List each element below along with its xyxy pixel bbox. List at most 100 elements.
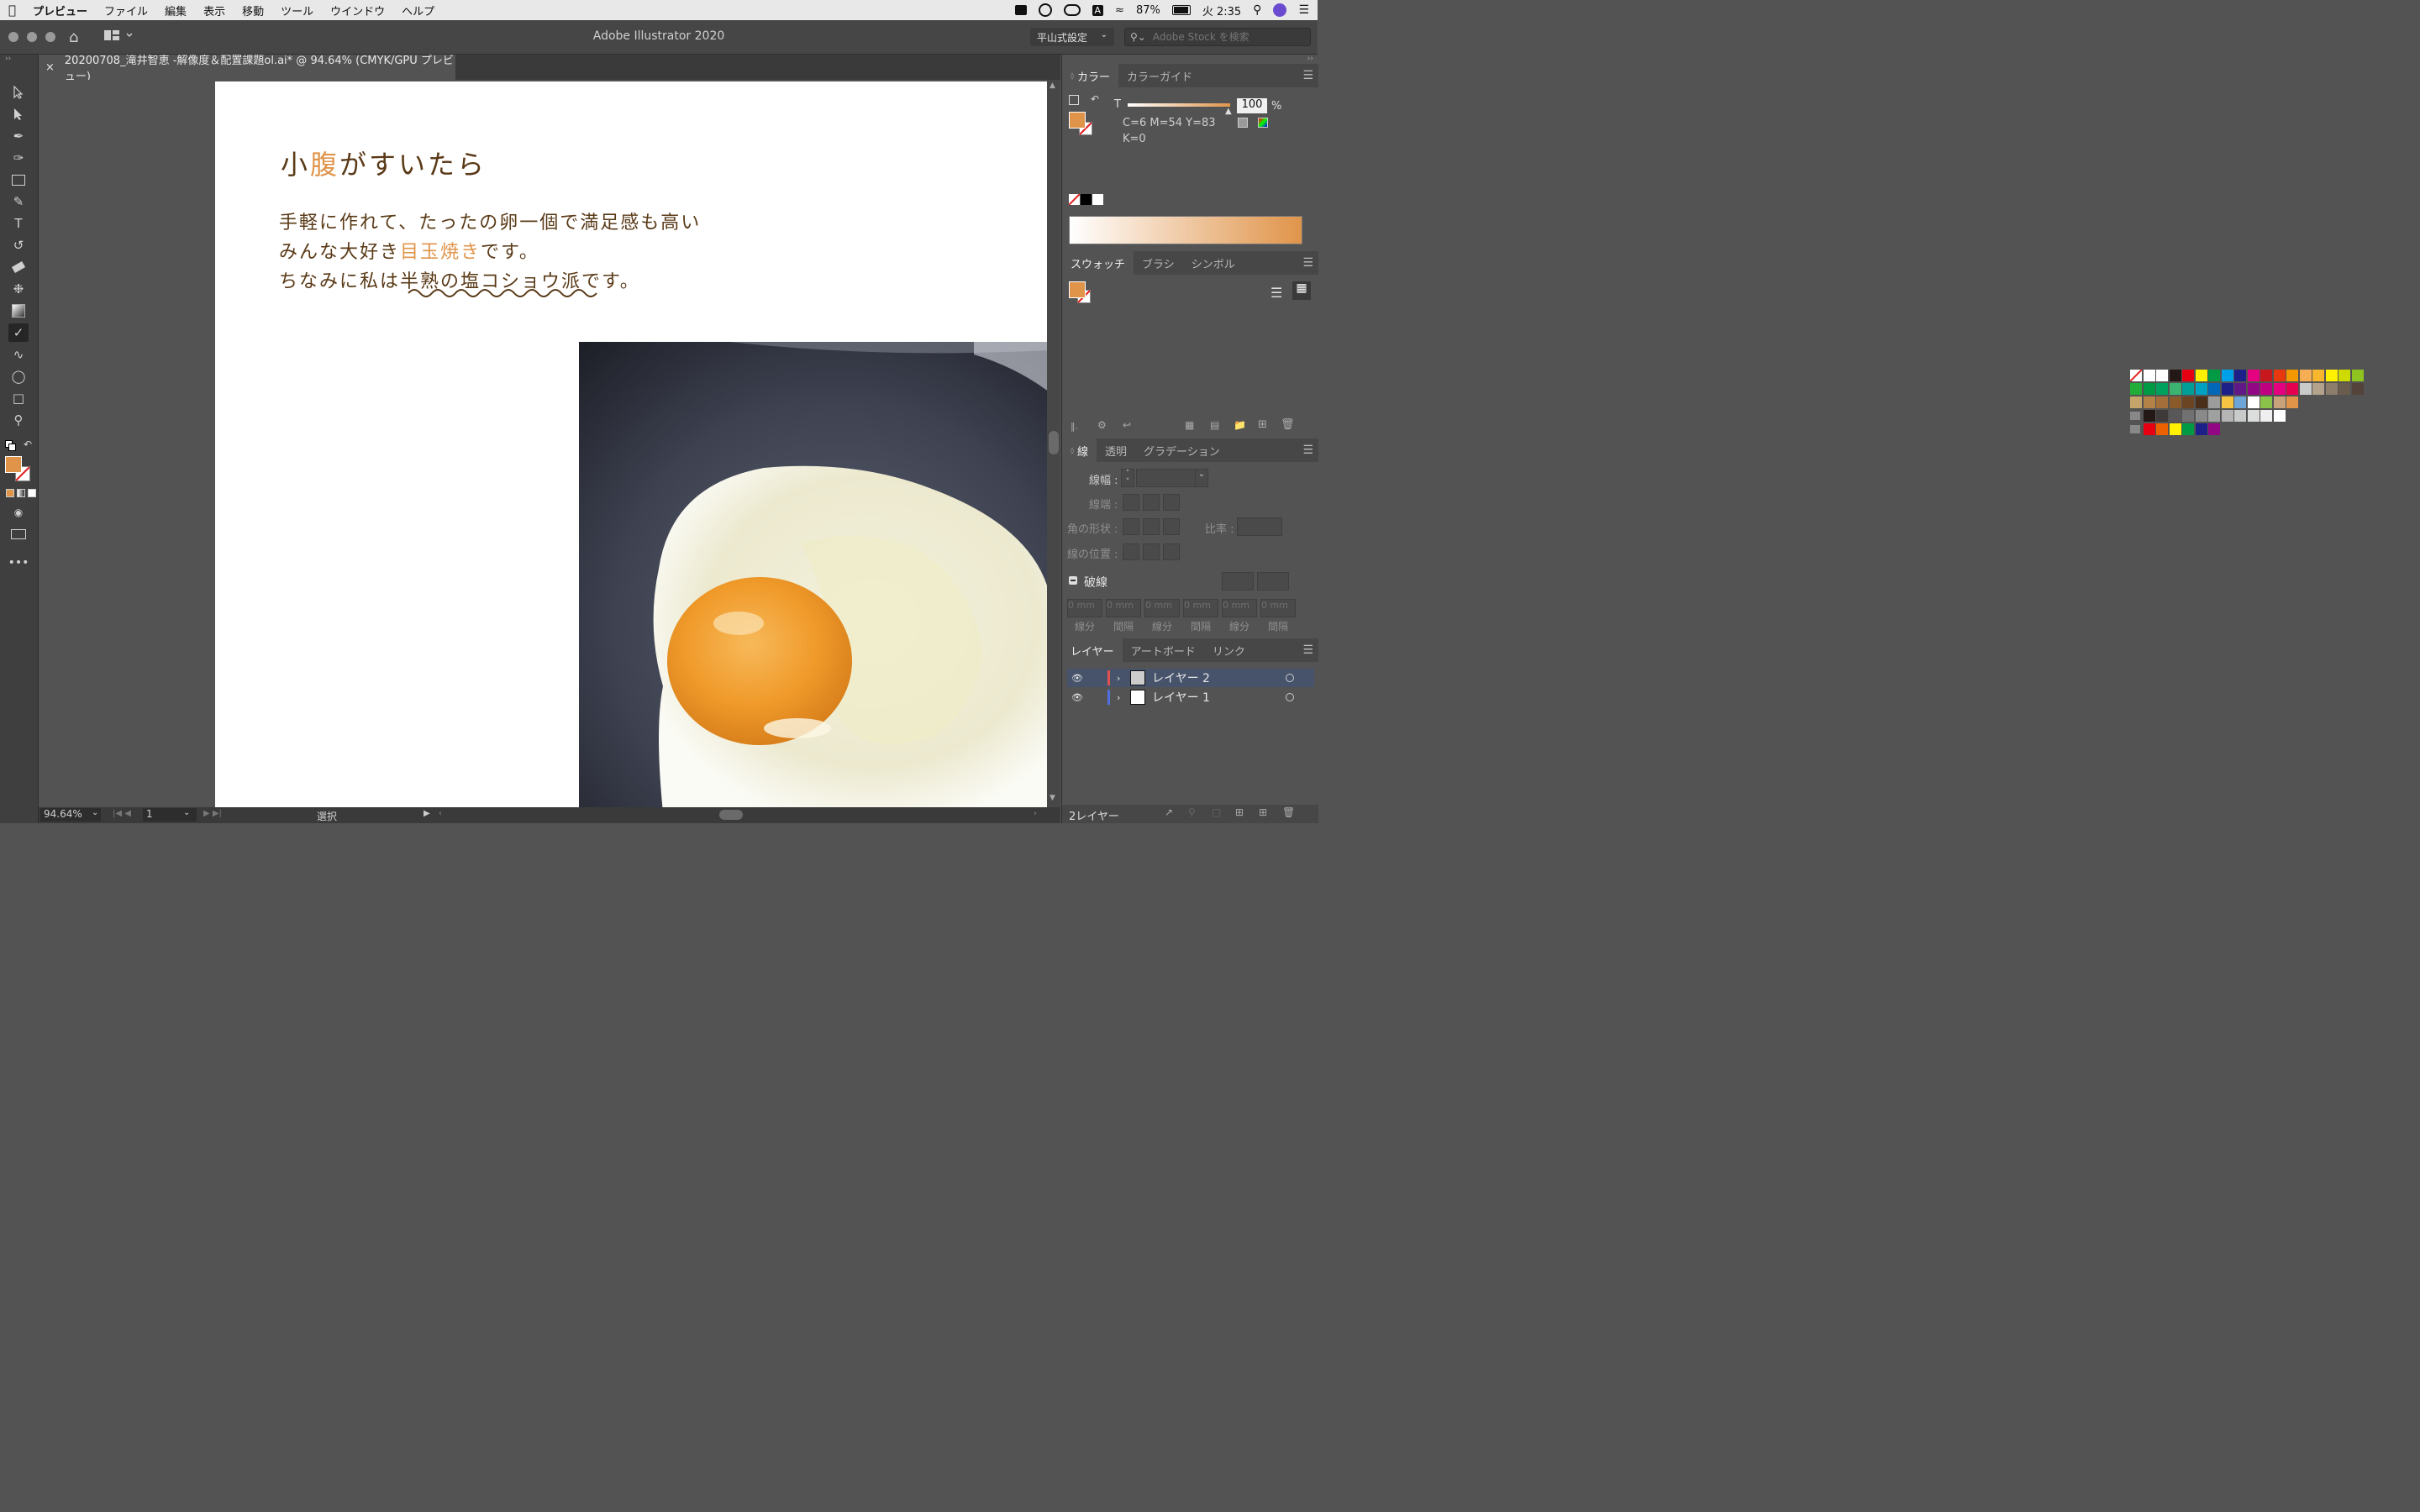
tab-brushes[interactable]: ブラシ xyxy=(1134,251,1183,275)
tab-stroke[interactable]: ◊ 線 xyxy=(1062,438,1097,462)
layer-row[interactable]: 👁 › レイヤー 2 xyxy=(1067,669,1314,687)
gap-field-1[interactable]: 0 mm xyxy=(1106,599,1141,617)
target-circle-icon[interactable] xyxy=(1286,674,1294,682)
swatch[interactable] xyxy=(2286,370,2298,381)
adobe-stock-search[interactable]: ⚲⌄ xyxy=(1124,28,1311,46)
swatch[interactable] xyxy=(2156,410,2168,422)
menu-view[interactable]: 表示 xyxy=(195,3,234,18)
swatch[interactable] xyxy=(2260,370,2272,381)
collapse-dock-icon[interactable]: ›› xyxy=(1307,55,1313,63)
swatch[interactable] xyxy=(2195,410,2207,422)
tab-gradient[interactable]: グラデーション xyxy=(1135,438,1228,462)
swatch-options-icon[interactable]: ▤ xyxy=(1210,419,1219,431)
tab-artboards[interactable]: アートボード xyxy=(1123,638,1204,662)
web-safe-icon[interactable] xyxy=(1258,118,1268,128)
canvas-area[interactable]: 小腹がすいたら 手軽に作れて、たったの卵一個で満足感も高い みんな大好き目玉焼き… xyxy=(39,80,1047,807)
grid-view-icon[interactable]: ▦ xyxy=(1292,281,1311,300)
tab-swatches[interactable]: スウォッチ xyxy=(1062,251,1134,275)
swatch[interactable] xyxy=(2286,383,2298,395)
visibility-eye-icon[interactable]: 👁 xyxy=(1067,692,1087,703)
arrange-documents-icon[interactable] xyxy=(104,29,133,41)
swatch[interactable] xyxy=(2299,370,2312,381)
spotlight-search-icon[interactable]: ⚲ xyxy=(1253,3,1261,17)
gradient-mode-button[interactable] xyxy=(17,489,25,497)
layer-row[interactable]: 👁 › レイヤー 1 xyxy=(1067,688,1314,706)
screen-mode-icon[interactable] xyxy=(8,525,29,543)
swatch[interactable] xyxy=(2169,396,2181,408)
swatch-export-icon[interactable]: ↩ xyxy=(1123,419,1131,431)
document-tab[interactable]: × 20200708_滝井智恵 -解像度＆配置課題ol.ai* @ 94.64%… xyxy=(39,55,455,83)
swatch[interactable] xyxy=(2312,383,2324,395)
list-view-icon[interactable]: ☰ xyxy=(1270,285,1282,301)
swatch[interactable] xyxy=(2325,370,2338,381)
status-menu-icon[interactable]: ▶ xyxy=(424,809,430,818)
menu-help[interactable]: ヘルプ xyxy=(393,3,443,18)
dash-field-2[interactable]: 0 mm xyxy=(1144,599,1180,617)
default-fill-stroke-icon[interactable] xyxy=(5,440,16,451)
miter-join-button[interactable] xyxy=(1123,518,1139,535)
swatch[interactable] xyxy=(2182,396,2194,408)
swatch[interactable] xyxy=(2208,410,2220,422)
swatch[interactable] xyxy=(2312,370,2324,381)
direct-selection-tool-icon[interactable] xyxy=(8,105,29,123)
new-sublayer-icon[interactable]: ⊞ xyxy=(1235,806,1244,818)
swatches-panel-menu-icon[interactable]: ☰ xyxy=(1302,256,1313,270)
close-window-button[interactable] xyxy=(8,32,18,42)
last-artboard-icon[interactable]: ▶ ▶| xyxy=(203,809,222,818)
notification-center-icon[interactable]: ☰ xyxy=(1298,3,1309,17)
swatch-libraries-icon[interactable]: ‖‌. xyxy=(1071,421,1078,432)
scroll-left-icon[interactable]: ‹ xyxy=(439,809,442,818)
blend-tool-icon[interactable]: ∿ xyxy=(8,345,29,364)
artwork-line-1[interactable]: 手軽に作れて、たったの卵一個で満足感も高い xyxy=(279,207,701,234)
rectangle-tool-icon[interactable] xyxy=(8,171,29,189)
swatch[interactable] xyxy=(2169,423,2181,435)
tab-transparency[interactable]: 透明 xyxy=(1097,438,1135,462)
curvature-tool-icon[interactable]: ✑ xyxy=(8,149,29,167)
menu-window[interactable]: ウインドウ xyxy=(322,3,393,18)
locate-object-icon[interactable]: ⚲ xyxy=(1188,806,1196,818)
scroll-thumb[interactable] xyxy=(1049,431,1059,454)
color-spectrum-bar[interactable] xyxy=(1069,216,1302,244)
swatch[interactable] xyxy=(2299,383,2312,395)
zoom-chevron-icon[interactable]: ⌄ xyxy=(92,808,98,817)
artwork-line-2[interactable]: みんな大好き目玉焼きです。 xyxy=(279,237,539,264)
siri-icon[interactable] xyxy=(1273,3,1287,17)
swatch[interactable] xyxy=(2156,396,2168,408)
butt-cap-button[interactable] xyxy=(1123,494,1139,511)
paintbrush-tool-icon[interactable]: ✎ xyxy=(8,192,29,211)
swap-fill-stroke-icon[interactable]: ↶ xyxy=(24,438,32,450)
swatch[interactable] xyxy=(2273,410,2286,422)
input-mode-icon[interactable]: A xyxy=(1092,4,1104,16)
swatch[interactable] xyxy=(2221,370,2233,381)
tab-layers[interactable]: レイヤー xyxy=(1062,638,1123,662)
swatch[interactable] xyxy=(2195,370,2207,381)
swatch[interactable] xyxy=(2169,370,2181,381)
dashed-line-checkbox[interactable] xyxy=(1069,576,1077,585)
delete-swatch-icon[interactable]: 🗑 xyxy=(1281,418,1295,431)
swatch[interactable] xyxy=(2273,396,2286,408)
swatch[interactable] xyxy=(2234,410,2246,422)
default-colors-icon[interactable] xyxy=(1069,95,1079,105)
swatch[interactable] xyxy=(2247,396,2260,408)
swatch[interactable] xyxy=(2195,423,2207,435)
swatch[interactable] xyxy=(2182,383,2194,395)
color-mode-button[interactable] xyxy=(6,489,14,497)
swatch[interactable] xyxy=(2260,410,2272,422)
rotate-tool-icon[interactable]: ↺ xyxy=(8,236,29,255)
type-tool-icon[interactable]: T xyxy=(8,214,29,233)
swatches-fill-indicator[interactable] xyxy=(1069,281,1094,307)
layers-panel-menu-icon[interactable]: ☰ xyxy=(1302,643,1313,657)
swatch[interactable] xyxy=(2143,370,2155,381)
swatch[interactable] xyxy=(2208,396,2220,408)
battery-icon[interactable] xyxy=(1171,5,1191,15)
swatch[interactable] xyxy=(2130,383,2142,395)
lasso-tool-icon[interactable]: ❉ xyxy=(8,280,29,298)
swatch[interactable] xyxy=(2169,410,2181,422)
workspace-switcher[interactable]: 平山式設定 ⌄ xyxy=(1030,28,1114,46)
dash-align-button[interactable] xyxy=(1257,572,1289,591)
swatch[interactable] xyxy=(2260,396,2272,408)
none-color-swatch[interactable] xyxy=(1069,194,1080,205)
collapse-panel-icon[interactable]: ›› xyxy=(5,55,11,63)
layer-name[interactable]: レイヤー 2 xyxy=(1152,669,1286,686)
expand-layer-icon[interactable]: › xyxy=(1117,692,1130,703)
